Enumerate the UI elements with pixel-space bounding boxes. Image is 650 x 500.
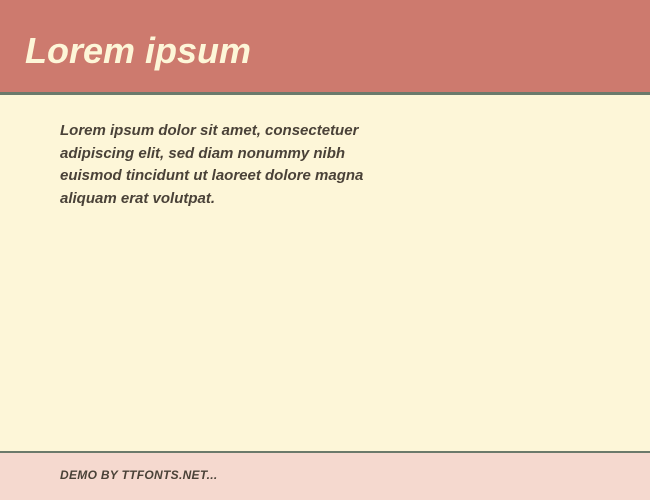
page-title: Lorem ipsum bbox=[25, 30, 625, 72]
header-banner: Lorem ipsum bbox=[0, 0, 650, 94]
footer-attribution: DEMO BY TTFONTS.NET... bbox=[60, 468, 590, 482]
footer-bar: DEMO BY TTFONTS.NET... bbox=[0, 451, 650, 500]
body-text: Lorem ipsum dolor sit amet, consectetuer… bbox=[60, 120, 400, 210]
content-area: Lorem ipsum dolor sit amet, consectetuer… bbox=[0, 94, 650, 451]
